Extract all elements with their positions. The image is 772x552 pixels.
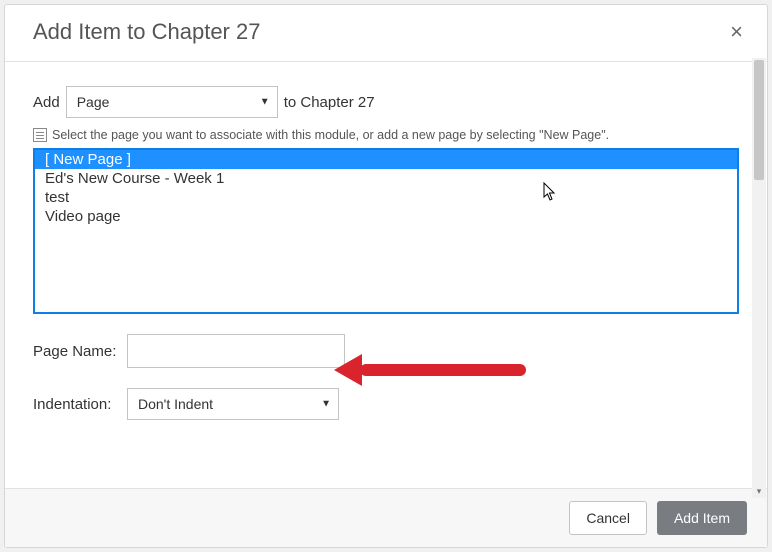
cancel-button[interactable]: Cancel <box>569 501 647 535</box>
page-option[interactable]: Ed's New Course - Week 1 <box>35 169 737 188</box>
add-item-button[interactable]: Add Item <box>657 501 747 535</box>
indentation-select-wrap: Don't Indent ▼ <box>127 388 339 420</box>
modal-scrollbar[interactable]: ▾ <box>752 58 766 498</box>
close-icon[interactable]: × <box>726 21 747 43</box>
page-listbox[interactable]: [ New Page ] Ed's New Course - Week 1 te… <box>33 148 739 314</box>
hint-row: Select the page you want to associate wi… <box>33 128 739 142</box>
page-name-input[interactable] <box>127 334 345 368</box>
add-prefix-label: Add <box>33 94 60 111</box>
item-type-select[interactable]: Page <box>66 86 278 118</box>
modal-header: Add Item to Chapter 27 × <box>5 5 767 62</box>
indentation-select[interactable]: Don't Indent <box>127 388 339 420</box>
indentation-label: Indentation: <box>33 396 119 413</box>
page-option-new[interactable]: [ New Page ] <box>35 150 737 169</box>
modal-footer: Cancel Add Item <box>5 488 767 547</box>
modal-body: Add Page ▼ to Chapter 27 Select the page… <box>5 62 767 488</box>
hint-text: Select the page you want to associate wi… <box>52 128 609 142</box>
item-type-select-wrap: Page ▼ <box>66 86 278 118</box>
page-option[interactable]: Video page <box>35 207 737 226</box>
scroll-down-icon[interactable]: ▾ <box>752 484 766 498</box>
page-name-row: Page Name: <box>33 334 739 368</box>
modal-title: Add Item to Chapter 27 <box>33 19 260 45</box>
page-option[interactable]: test <box>35 188 737 207</box>
page-name-label: Page Name: <box>33 343 119 360</box>
document-icon <box>33 128 47 142</box>
indentation-row: Indentation: Don't Indent ▼ <box>33 388 739 420</box>
add-item-modal: Add Item to Chapter 27 × Add Page ▼ to C… <box>4 4 768 548</box>
scrollbar-thumb[interactable] <box>754 60 764 180</box>
add-suffix-label: to Chapter 27 <box>284 94 375 111</box>
add-type-row: Add Page ▼ to Chapter 27 <box>33 86 739 118</box>
